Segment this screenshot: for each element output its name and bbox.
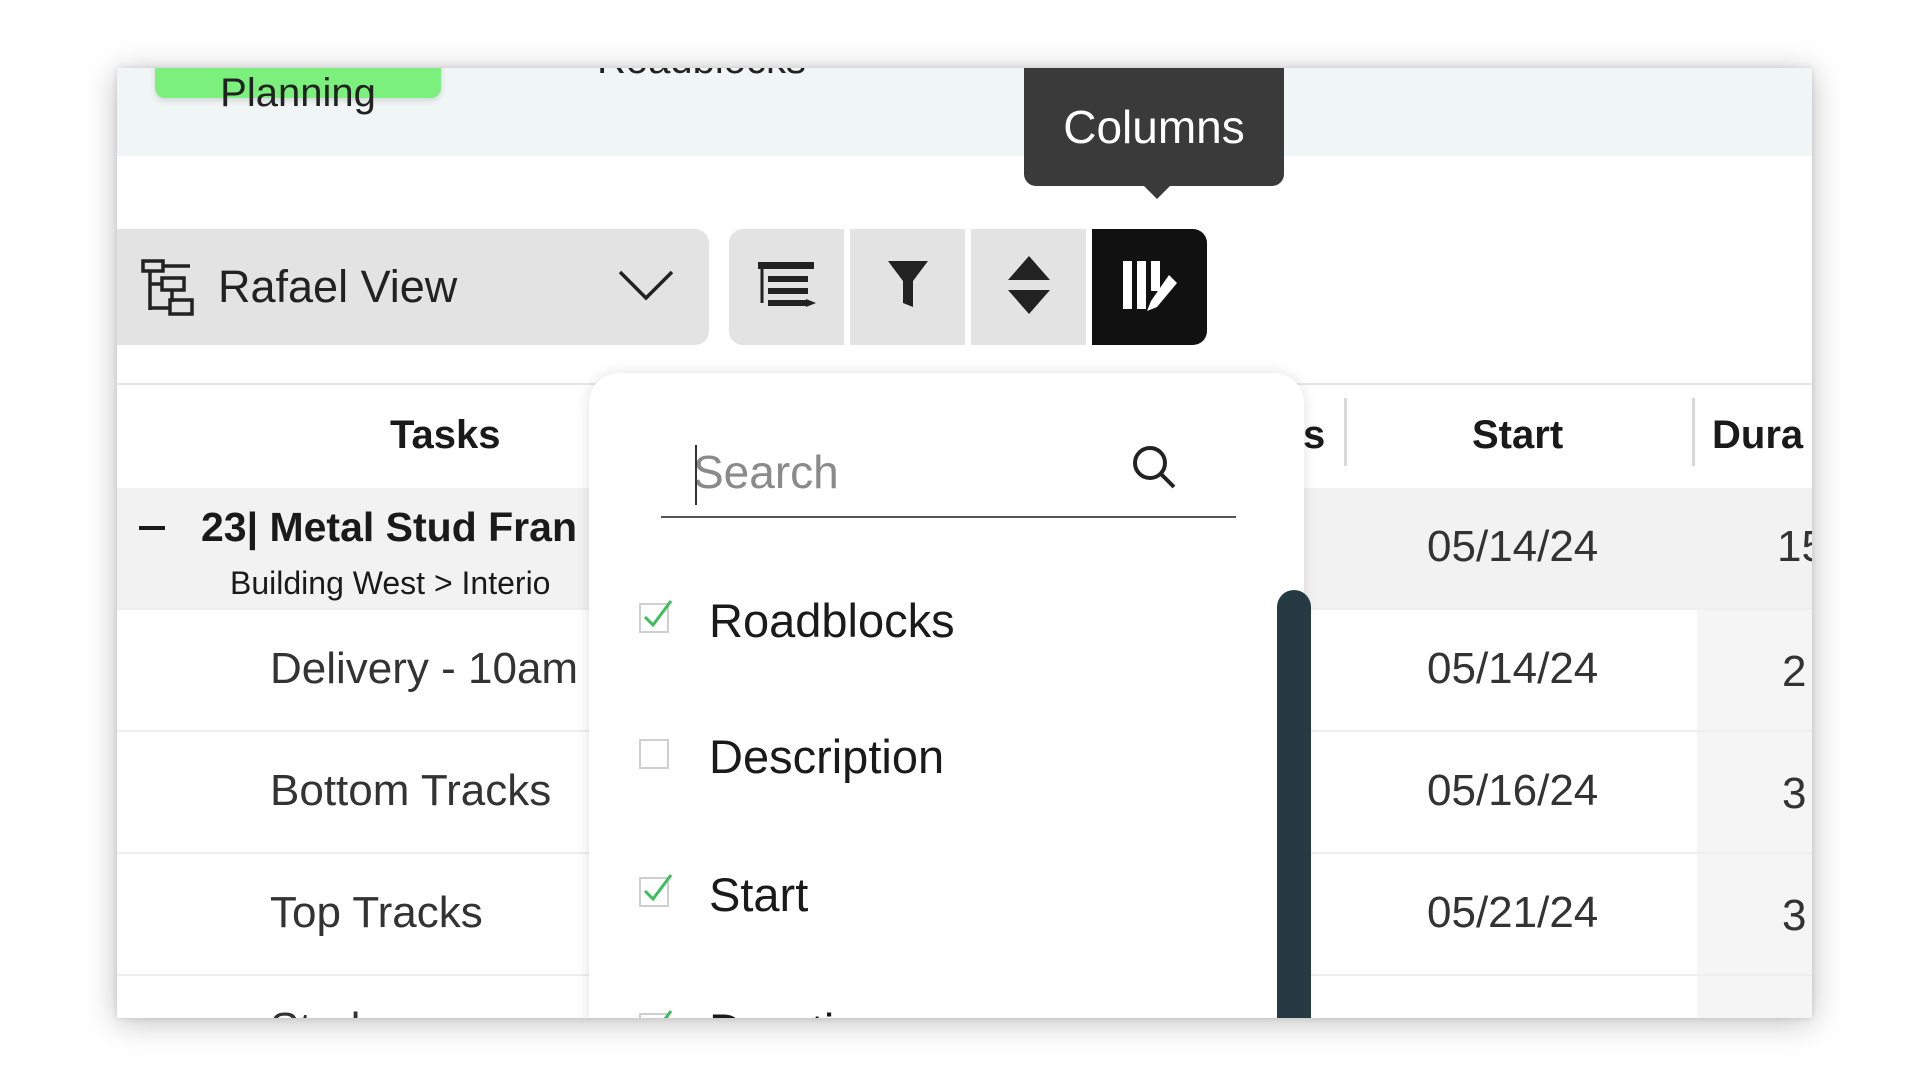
table-row-duration: 3 bbox=[1782, 891, 1807, 940]
table-row-start: 05/14/24 bbox=[1427, 644, 1599, 693]
columns-button[interactable] bbox=[1092, 229, 1207, 345]
checkbox-checked[interactable] bbox=[639, 600, 673, 633]
group-title: 23| Metal Stud Fran bbox=[201, 504, 577, 550]
column-separator[interactable] bbox=[1344, 398, 1347, 466]
column-search bbox=[661, 423, 1236, 518]
filter-icon bbox=[886, 259, 930, 316]
tab-roadblocks[interactable]: Roadblocks bbox=[597, 68, 806, 83]
toolbar bbox=[729, 229, 1207, 345]
column-search-input[interactable] bbox=[691, 441, 1135, 503]
table-row-name[interactable]: Delivery - 10am bbox=[270, 644, 578, 694]
table-row-name[interactable]: Bottom Tracks bbox=[270, 766, 551, 816]
tab-planning[interactable]: Planning bbox=[155, 68, 441, 115]
search-icon[interactable] bbox=[1131, 444, 1177, 495]
columns-edit-icon bbox=[1121, 257, 1179, 318]
column-option-description[interactable]: Description bbox=[589, 717, 1209, 797]
column-chooser-panel: Roadblocks Description Start Duration bbox=[589, 373, 1304, 1018]
table-row-duration: 3 bbox=[1782, 769, 1807, 818]
checkbox-checked[interactable] bbox=[639, 1010, 673, 1018]
column-option-label: Roadblocks bbox=[709, 594, 955, 647]
text-caret bbox=[695, 445, 697, 505]
table-row-name[interactable]: Studs bbox=[270, 1004, 383, 1018]
header-start[interactable]: Start bbox=[1472, 413, 1563, 458]
filter-button[interactable] bbox=[850, 229, 965, 345]
hierarchy-icon bbox=[140, 258, 200, 323]
sort-button[interactable] bbox=[971, 229, 1086, 345]
column-option-duration[interactable]: Duration bbox=[589, 991, 1209, 1018]
collapse-icon[interactable] bbox=[139, 526, 165, 530]
tab-planning-label: Planning bbox=[220, 71, 376, 115]
group-rows-icon bbox=[756, 258, 818, 317]
table-row-start: 05/16/24 bbox=[1427, 766, 1599, 815]
tab-bar: Planning Roadblocks bbox=[117, 68, 1812, 156]
column-chooser-scrollbar[interactable] bbox=[1277, 590, 1311, 1018]
checkbox-checked[interactable] bbox=[639, 874, 673, 907]
sort-icon bbox=[1006, 254, 1052, 321]
column-option-roadblocks[interactable]: Roadblocks bbox=[589, 581, 1209, 661]
column-option-label: Duration bbox=[709, 1003, 887, 1018]
column-option-start[interactable]: Start bbox=[589, 855, 1209, 935]
group-duration: 15 bbox=[1777, 522, 1812, 571]
header-partial[interactable]: s bbox=[1303, 413, 1325, 458]
view-select-label: Rafael View bbox=[218, 261, 458, 312]
checkbox-unchecked[interactable] bbox=[639, 739, 669, 769]
view-select-dropdown[interactable]: Rafael View bbox=[117, 229, 709, 345]
table-row-name[interactable]: Top Tracks bbox=[270, 888, 483, 938]
column-separator[interactable] bbox=[1692, 398, 1695, 466]
table-row-start: 05/21/24 bbox=[1427, 888, 1599, 937]
group-start: 05/14/24 bbox=[1427, 522, 1599, 571]
group-rows-button[interactable] bbox=[729, 229, 844, 345]
columns-tooltip: Columns bbox=[1024, 68, 1284, 186]
chevron-down-icon bbox=[617, 269, 675, 308]
tooltip-arrow bbox=[1144, 186, 1170, 199]
header-duration[interactable]: Dura bbox=[1712, 413, 1803, 458]
app-frame: Planning Roadblocks Rafael View bbox=[117, 68, 1812, 1018]
table-row-duration: 2 bbox=[1782, 647, 1807, 696]
group-location: Building West > Interio bbox=[230, 565, 551, 601]
column-option-label: Start bbox=[709, 868, 809, 921]
column-option-label: Description bbox=[709, 730, 945, 783]
header-tasks[interactable]: Tasks bbox=[390, 413, 500, 458]
